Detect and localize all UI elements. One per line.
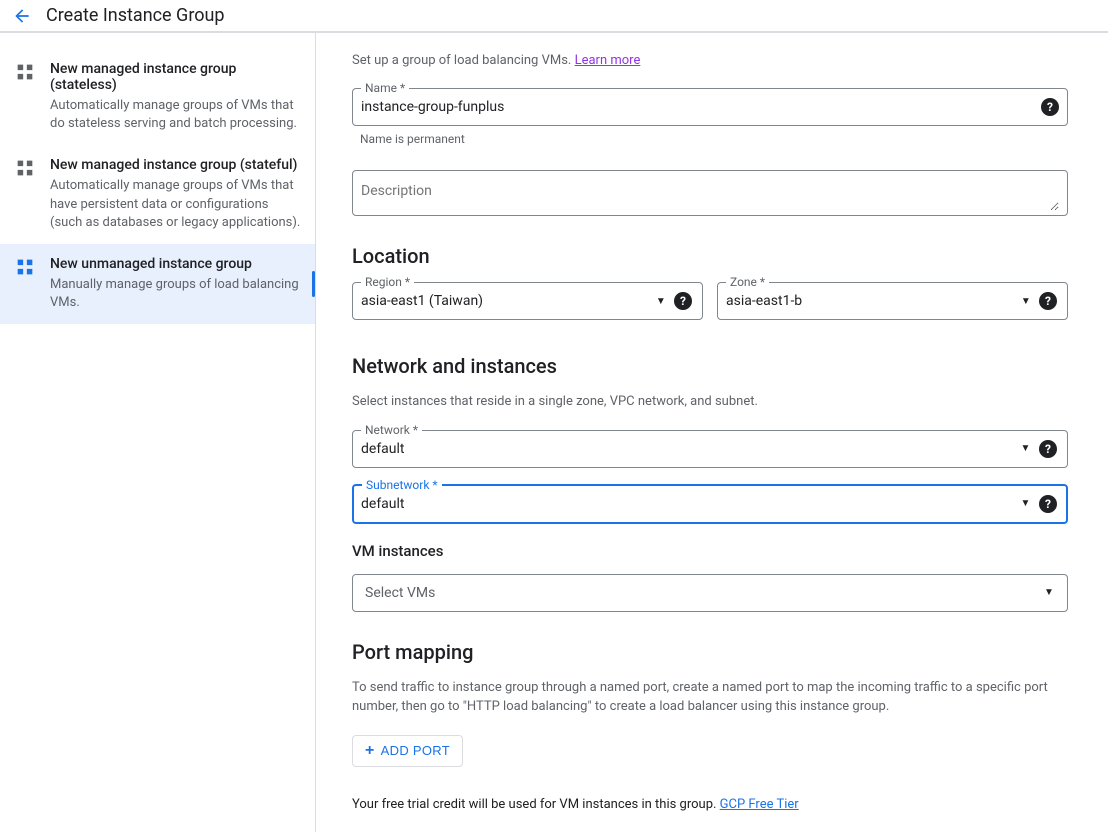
learn-more-link[interactable]: Learn more (575, 53, 641, 68)
region-select[interactable]: Region * asia-east1 (Taiwan) ▼ ? (352, 282, 703, 320)
sidebar-item-title: New managed instance group (stateful) (50, 157, 301, 173)
sidebar-item-desc: Automatically manage groups of VMs that … (50, 97, 301, 133)
vm-instances-select[interactable]: Select VMs ▼ (352, 574, 1068, 612)
chevron-down-icon: ▼ (1020, 498, 1031, 509)
network-desc: Select instances that reside in a single… (352, 392, 1068, 412)
network-label: Network * (361, 423, 422, 437)
chevron-down-icon: ▼ (1020, 443, 1031, 454)
sidebar-item-stateless[interactable]: New managed instance group (stateless) A… (0, 49, 315, 145)
instance-group-icon (14, 256, 36, 278)
vm-instances-heading: VM instances (352, 542, 1068, 560)
instance-group-icon (14, 61, 36, 83)
subnetwork-value: default (361, 486, 1012, 522)
name-field[interactable]: Name * ? (352, 88, 1068, 126)
sidebar-item-unmanaged[interactable]: New unmanaged instance group Manually ma… (0, 244, 315, 324)
sidebar: New managed instance group (stateless) A… (0, 33, 316, 832)
chevron-down-icon: ▼ (1043, 587, 1055, 598)
zone-label: Zone * (726, 275, 769, 289)
network-value: default (361, 431, 1012, 467)
chevron-down-icon: ▼ (1021, 296, 1031, 307)
sidebar-item-title: New managed instance group (stateless) (50, 61, 301, 93)
subnetwork-select[interactable]: Subnetwork * default ▼ ? (352, 484, 1068, 524)
sidebar-item-desc: Manually manage groups of load balancing… (50, 276, 301, 312)
port-mapping-heading: Port mapping (352, 640, 1068, 664)
sidebar-item-title: New unmanaged instance group (50, 256, 301, 272)
zone-select[interactable]: Zone * asia-east1-b ▼ ? (717, 282, 1068, 320)
description-input[interactable] (361, 171, 1059, 211)
name-label: Name * (361, 81, 409, 95)
help-icon[interactable]: ? (1039, 495, 1057, 513)
help-icon[interactable]: ? (1041, 98, 1059, 116)
page-title: Create Instance Group (46, 5, 225, 26)
location-heading: Location (352, 244, 1068, 268)
network-select[interactable]: Network * default ▼ ? (352, 430, 1068, 468)
help-icon[interactable]: ? (1039, 440, 1057, 458)
footer-note: Your free trial credit will be used for … (352, 797, 1068, 812)
sidebar-item-desc: Automatically manage groups of VMs that … (50, 177, 301, 232)
region-label: Region * (361, 275, 414, 289)
port-mapping-desc: To send traffic to instance group throug… (352, 678, 1068, 717)
network-heading: Network and instances (352, 354, 1068, 378)
instance-group-icon (14, 157, 36, 179)
add-port-button[interactable]: + ADD PORT (352, 735, 463, 767)
name-input[interactable] (361, 89, 1041, 125)
gcp-free-tier-link[interactable]: GCP Free Tier (720, 797, 799, 812)
sidebar-item-stateful[interactable]: New managed instance group (stateful) Au… (0, 145, 315, 244)
back-arrow-icon[interactable] (12, 6, 32, 26)
subnetwork-label: Subnetwork * (362, 478, 442, 492)
chevron-down-icon: ▼ (656, 296, 666, 307)
description-field[interactable] (352, 170, 1068, 216)
help-icon[interactable]: ? (674, 292, 692, 310)
intro-text: Set up a group of load balancing VMs. Le… (352, 53, 1068, 68)
vm-instances-placeholder: Select VMs (365, 585, 435, 601)
help-icon[interactable]: ? (1039, 292, 1057, 310)
name-hint: Name is permanent (360, 132, 1068, 146)
plus-icon: + (365, 742, 375, 760)
